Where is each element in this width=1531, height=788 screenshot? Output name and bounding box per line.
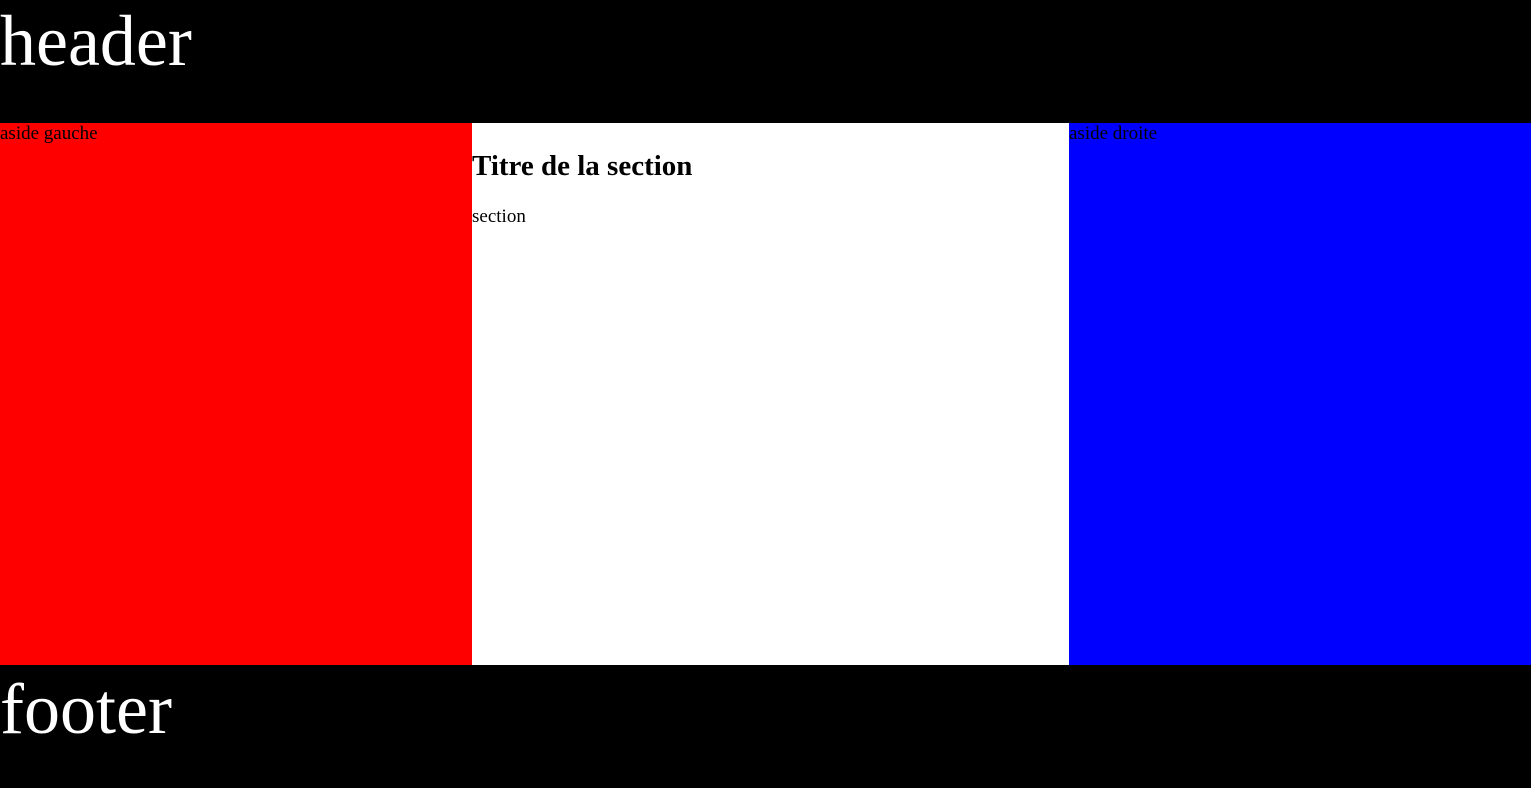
section-title: Titre de la section bbox=[472, 150, 693, 182]
main-section: Titre de la section section bbox=[472, 123, 1069, 665]
aside-left: aside gauche bbox=[0, 123, 472, 665]
page-header: header bbox=[0, 0, 1531, 123]
header-text: header bbox=[0, 1, 192, 81]
aside-right: aside droite bbox=[1069, 123, 1531, 665]
aside-right-text: aside droite bbox=[1069, 123, 1158, 144]
content-row: aside gauche Titre de la section section… bbox=[0, 123, 1531, 665]
aside-left-text: aside gauche bbox=[0, 123, 98, 144]
footer-text: footer bbox=[0, 669, 172, 749]
section-text: section bbox=[472, 206, 526, 227]
page: header aside gauche Titre de la section … bbox=[0, 0, 1531, 788]
page-footer: footer bbox=[0, 665, 1531, 788]
